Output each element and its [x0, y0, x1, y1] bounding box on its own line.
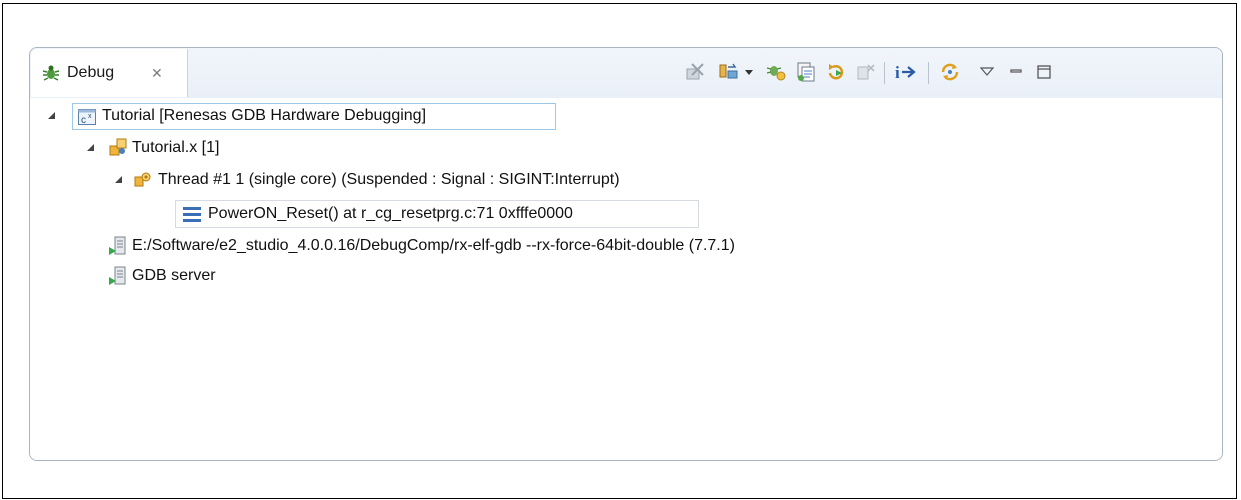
svg-text:x: x — [88, 113, 92, 120]
process-icon — [109, 138, 127, 156]
debug-tree[interactable]: c x Tutorial [Renesas GDB Hardware Debug… — [30, 98, 1222, 460]
maximize-button[interactable] — [1032, 60, 1056, 84]
connect-button[interactable] — [717, 60, 741, 84]
restart-button[interactable] — [824, 60, 848, 84]
tree-item-gdb-process[interactable]: E:/Software/e2_studio_4.0.0.16/DebugComp… — [30, 232, 1030, 260]
tree-item-label: Thread #1 1 (single core) (Suspended : S… — [158, 171, 620, 188]
sync-refresh-icon — [941, 63, 959, 81]
tree-item-thread[interactable]: Thread #1 1 (single core) (Suspended : S… — [30, 166, 930, 194]
copy-stack-button[interactable] — [794, 60, 818, 84]
instruction-stepping-mode-icon: i — [895, 63, 916, 82]
connect-icon — [719, 63, 738, 79]
dropdown-arrow-icon — [745, 70, 753, 75]
tab-label: Debug — [67, 64, 115, 81]
tab-close-icon[interactable]: ✕ — [151, 65, 163, 81]
view-toolbar: i — [680, 60, 1220, 86]
debug-view: Debug ✕ i c x Tutorial [Renesas GDB Hard… — [29, 47, 1223, 461]
tab-debug[interactable]: Debug ✕ — [31, 49, 188, 97]
tree-item-label: PowerON_Reset() at r_cg_resetprg.c:71 0x… — [208, 205, 573, 222]
tree-item-gdb-server[interactable]: GDB server — [30, 262, 430, 290]
gdb-server-icon — [109, 266, 126, 285]
sync-refresh-button[interactable] — [938, 60, 962, 84]
view-menu-button[interactable] — [975, 60, 999, 84]
minimize-button[interactable] — [1004, 60, 1028, 84]
minimize-icon — [1010, 69, 1022, 73]
view-header: Debug ✕ i — [30, 48, 1222, 98]
tree-item-label: E:/Software/e2_studio_4.0.0.16/DebugComp… — [132, 237, 735, 254]
tree-item-process[interactable]: Tutorial.x [1] — [30, 134, 630, 162]
tree-item-stack-frame[interactable]: PowerON_Reset() at r_cg_resetprg.c:71 0x… — [30, 198, 730, 228]
expanded-triangle-icon[interactable] — [47, 111, 57, 121]
remove-all-terminated-button[interactable] — [683, 60, 707, 84]
hardware-breakpoint-icon — [766, 66, 786, 81]
tree-item-label: Tutorial [Renesas GDB Hardware Debugging… — [102, 107, 427, 124]
tree-item-launch[interactable]: c x Tutorial [Renesas GDB Hardware Debug… — [30, 102, 630, 130]
svg-text:i: i — [895, 63, 900, 82]
stack-frame-icon — [183, 207, 201, 222]
tree-item-label: GDB server — [132, 267, 216, 284]
view-menu-icon — [980, 67, 994, 76]
maximize-icon — [1037, 65, 1051, 79]
expanded-triangle-icon[interactable] — [86, 143, 96, 153]
disabled-action-button[interactable] — [854, 60, 878, 84]
toolbar-separator — [928, 62, 929, 84]
copy-stack-icon — [797, 62, 815, 82]
expanded-triangle-icon[interactable] — [114, 175, 124, 185]
c-launch-config-icon: c x — [78, 109, 96, 126]
disabled-icon — [857, 64, 875, 80]
tree-item-label: Tutorial.x [1] — [132, 139, 220, 156]
connect-dropdown-button[interactable] — [742, 60, 756, 84]
suspended-thread-icon — [134, 172, 151, 187]
instruction-stepping-button[interactable]: i — [892, 60, 920, 84]
gdb-process-icon — [109, 236, 126, 255]
toolbar-separator — [884, 62, 885, 84]
hardware-breakpoint-button[interactable] — [764, 60, 788, 84]
debug-bug-icon — [42, 65, 60, 81]
remove-all-terminated-icon — [686, 63, 704, 80]
restart-icon — [828, 64, 844, 80]
svg-text:c: c — [81, 115, 86, 126]
